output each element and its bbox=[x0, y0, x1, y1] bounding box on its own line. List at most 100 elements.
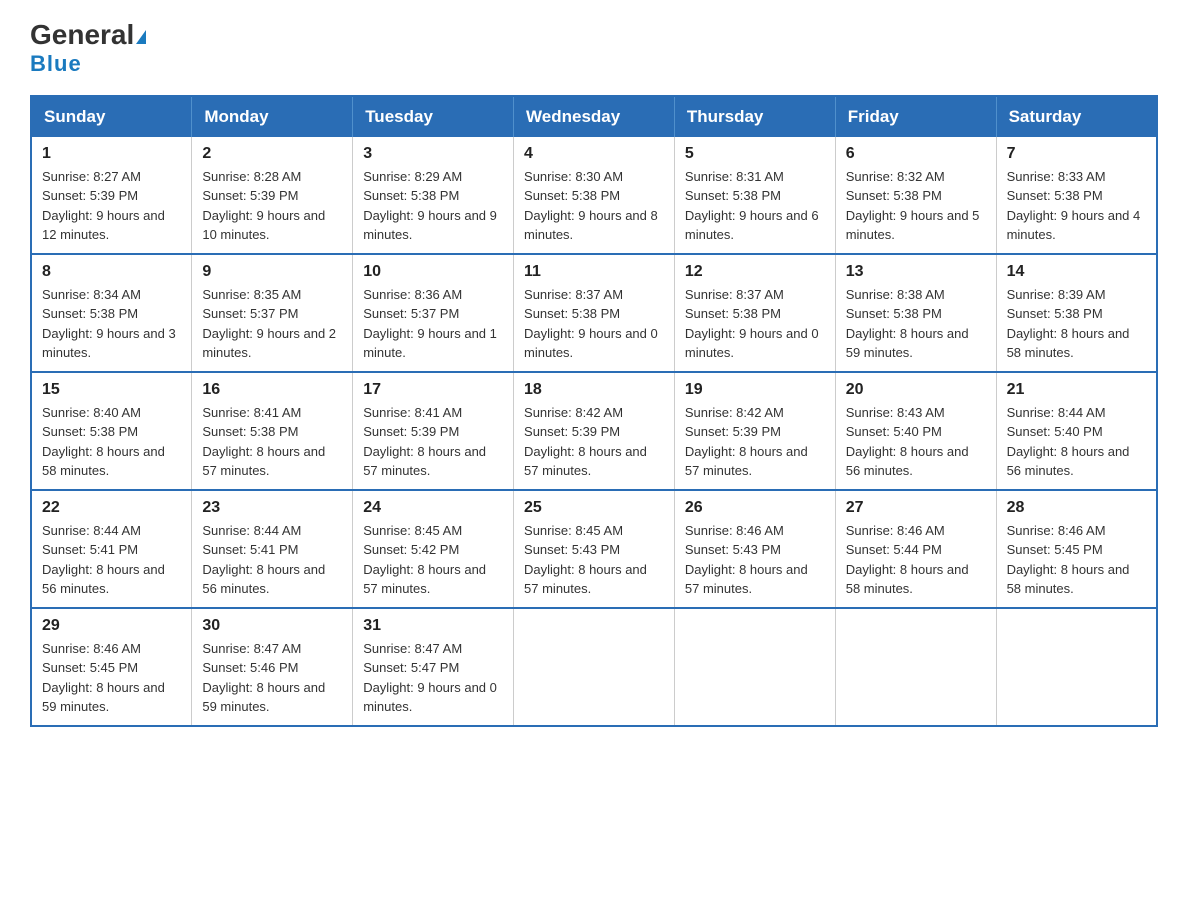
calendar-cell: 14 Sunrise: 8:39 AM Sunset: 5:38 PM Dayl… bbox=[996, 254, 1157, 372]
day-info: Sunrise: 8:38 AM Sunset: 5:38 PM Dayligh… bbox=[846, 285, 986, 363]
day-info: Sunrise: 8:31 AM Sunset: 5:38 PM Dayligh… bbox=[685, 167, 825, 245]
day-number: 29 bbox=[42, 617, 181, 635]
day-number: 23 bbox=[202, 499, 342, 517]
day-info: Sunrise: 8:30 AM Sunset: 5:38 PM Dayligh… bbox=[524, 167, 664, 245]
day-info: Sunrise: 8:45 AM Sunset: 5:42 PM Dayligh… bbox=[363, 521, 503, 599]
sunset-label: Sunset: 5:43 PM bbox=[685, 542, 781, 557]
sunset-label: Sunset: 5:44 PM bbox=[846, 542, 942, 557]
sunrise-label: Sunrise: 8:44 AM bbox=[202, 523, 301, 538]
daylight-label: Daylight: 8 hours and 57 minutes. bbox=[363, 444, 486, 479]
day-number: 30 bbox=[202, 617, 342, 635]
sunset-label: Sunset: 5:38 PM bbox=[524, 188, 620, 203]
day-number: 22 bbox=[42, 499, 181, 517]
header-day-sunday: Sunday bbox=[31, 96, 192, 137]
sunrise-label: Sunrise: 8:41 AM bbox=[363, 405, 462, 420]
daylight-label: Daylight: 9 hours and 0 minutes. bbox=[524, 326, 658, 361]
calendar-cell: 28 Sunrise: 8:46 AM Sunset: 5:45 PM Dayl… bbox=[996, 490, 1157, 608]
logo: General Blue bbox=[30, 20, 146, 77]
day-info: Sunrise: 8:29 AM Sunset: 5:38 PM Dayligh… bbox=[363, 167, 503, 245]
header-day-saturday: Saturday bbox=[996, 96, 1157, 137]
day-info: Sunrise: 8:34 AM Sunset: 5:38 PM Dayligh… bbox=[42, 285, 181, 363]
day-info: Sunrise: 8:43 AM Sunset: 5:40 PM Dayligh… bbox=[846, 403, 986, 481]
sunset-label: Sunset: 5:41 PM bbox=[42, 542, 138, 557]
calendar-cell: 11 Sunrise: 8:37 AM Sunset: 5:38 PM Dayl… bbox=[514, 254, 675, 372]
sunrise-label: Sunrise: 8:46 AM bbox=[42, 641, 141, 656]
day-info: Sunrise: 8:27 AM Sunset: 5:39 PM Dayligh… bbox=[42, 167, 181, 245]
daylight-label: Daylight: 8 hours and 57 minutes. bbox=[524, 562, 647, 597]
calendar-cell: 16 Sunrise: 8:41 AM Sunset: 5:38 PM Dayl… bbox=[192, 372, 353, 490]
calendar-cell: 6 Sunrise: 8:32 AM Sunset: 5:38 PM Dayli… bbox=[835, 137, 996, 254]
logo-triangle-icon bbox=[136, 30, 146, 44]
sunset-label: Sunset: 5:41 PM bbox=[202, 542, 298, 557]
sunset-label: Sunset: 5:43 PM bbox=[524, 542, 620, 557]
day-info: Sunrise: 8:44 AM Sunset: 5:41 PM Dayligh… bbox=[202, 521, 342, 599]
sunrise-label: Sunrise: 8:37 AM bbox=[524, 287, 623, 302]
calendar-cell: 22 Sunrise: 8:44 AM Sunset: 5:41 PM Dayl… bbox=[31, 490, 192, 608]
daylight-label: Daylight: 8 hours and 58 minutes. bbox=[1007, 326, 1130, 361]
calendar-cell: 19 Sunrise: 8:42 AM Sunset: 5:39 PM Dayl… bbox=[674, 372, 835, 490]
day-number: 21 bbox=[1007, 381, 1146, 399]
calendar-cell: 31 Sunrise: 8:47 AM Sunset: 5:47 PM Dayl… bbox=[353, 608, 514, 726]
calendar-cell: 9 Sunrise: 8:35 AM Sunset: 5:37 PM Dayli… bbox=[192, 254, 353, 372]
daylight-label: Daylight: 9 hours and 9 minutes. bbox=[363, 208, 497, 243]
sunrise-label: Sunrise: 8:33 AM bbox=[1007, 169, 1106, 184]
week-row-4: 22 Sunrise: 8:44 AM Sunset: 5:41 PM Dayl… bbox=[31, 490, 1157, 608]
day-number: 2 bbox=[202, 145, 342, 163]
sunset-label: Sunset: 5:38 PM bbox=[1007, 306, 1103, 321]
calendar-table: SundayMondayTuesdayWednesdayThursdayFrid… bbox=[30, 95, 1158, 727]
sunset-label: Sunset: 5:37 PM bbox=[363, 306, 459, 321]
calendar-cell: 23 Sunrise: 8:44 AM Sunset: 5:41 PM Dayl… bbox=[192, 490, 353, 608]
day-info: Sunrise: 8:36 AM Sunset: 5:37 PM Dayligh… bbox=[363, 285, 503, 363]
daylight-label: Daylight: 8 hours and 57 minutes. bbox=[363, 562, 486, 597]
calendar-cell: 5 Sunrise: 8:31 AM Sunset: 5:38 PM Dayli… bbox=[674, 137, 835, 254]
day-number: 26 bbox=[685, 499, 825, 517]
calendar-cell: 27 Sunrise: 8:46 AM Sunset: 5:44 PM Dayl… bbox=[835, 490, 996, 608]
sunrise-label: Sunrise: 8:46 AM bbox=[1007, 523, 1106, 538]
day-number: 15 bbox=[42, 381, 181, 399]
day-number: 4 bbox=[524, 145, 664, 163]
day-number: 11 bbox=[524, 263, 664, 281]
daylight-label: Daylight: 9 hours and 3 minutes. bbox=[42, 326, 176, 361]
week-row-2: 8 Sunrise: 8:34 AM Sunset: 5:38 PM Dayli… bbox=[31, 254, 1157, 372]
sunrise-label: Sunrise: 8:41 AM bbox=[202, 405, 301, 420]
sunrise-label: Sunrise: 8:35 AM bbox=[202, 287, 301, 302]
day-number: 14 bbox=[1007, 263, 1146, 281]
day-number: 13 bbox=[846, 263, 986, 281]
day-number: 6 bbox=[846, 145, 986, 163]
daylight-label: Daylight: 9 hours and 0 minutes. bbox=[363, 680, 497, 715]
sunset-label: Sunset: 5:45 PM bbox=[42, 660, 138, 675]
sunrise-label: Sunrise: 8:38 AM bbox=[846, 287, 945, 302]
calendar-cell: 29 Sunrise: 8:46 AM Sunset: 5:45 PM Dayl… bbox=[31, 608, 192, 726]
header-day-tuesday: Tuesday bbox=[353, 96, 514, 137]
header-day-friday: Friday bbox=[835, 96, 996, 137]
daylight-label: Daylight: 9 hours and 10 minutes. bbox=[202, 208, 325, 243]
daylight-label: Daylight: 8 hours and 57 minutes. bbox=[524, 444, 647, 479]
sunrise-label: Sunrise: 8:34 AM bbox=[42, 287, 141, 302]
day-number: 3 bbox=[363, 145, 503, 163]
calendar-cell: 24 Sunrise: 8:45 AM Sunset: 5:42 PM Dayl… bbox=[353, 490, 514, 608]
day-number: 24 bbox=[363, 499, 503, 517]
day-number: 19 bbox=[685, 381, 825, 399]
logo-text: General bbox=[30, 20, 146, 51]
daylight-label: Daylight: 9 hours and 4 minutes. bbox=[1007, 208, 1141, 243]
day-number: 12 bbox=[685, 263, 825, 281]
calendar-cell: 7 Sunrise: 8:33 AM Sunset: 5:38 PM Dayli… bbox=[996, 137, 1157, 254]
header-day-monday: Monday bbox=[192, 96, 353, 137]
daylight-label: Daylight: 8 hours and 58 minutes. bbox=[1007, 562, 1130, 597]
calendar-cell: 18 Sunrise: 8:42 AM Sunset: 5:39 PM Dayl… bbox=[514, 372, 675, 490]
sunrise-label: Sunrise: 8:42 AM bbox=[524, 405, 623, 420]
day-info: Sunrise: 8:47 AM Sunset: 5:46 PM Dayligh… bbox=[202, 639, 342, 717]
sunrise-label: Sunrise: 8:30 AM bbox=[524, 169, 623, 184]
sunset-label: Sunset: 5:39 PM bbox=[363, 424, 459, 439]
day-number: 27 bbox=[846, 499, 986, 517]
daylight-label: Daylight: 8 hours and 59 minutes. bbox=[846, 326, 969, 361]
daylight-label: Daylight: 8 hours and 56 minutes. bbox=[202, 562, 325, 597]
day-number: 1 bbox=[42, 145, 181, 163]
sunrise-label: Sunrise: 8:45 AM bbox=[524, 523, 623, 538]
week-row-3: 15 Sunrise: 8:40 AM Sunset: 5:38 PM Dayl… bbox=[31, 372, 1157, 490]
sunrise-label: Sunrise: 8:46 AM bbox=[685, 523, 784, 538]
sunrise-label: Sunrise: 8:32 AM bbox=[846, 169, 945, 184]
sunrise-label: Sunrise: 8:44 AM bbox=[1007, 405, 1106, 420]
sunrise-label: Sunrise: 8:27 AM bbox=[42, 169, 141, 184]
day-number: 17 bbox=[363, 381, 503, 399]
